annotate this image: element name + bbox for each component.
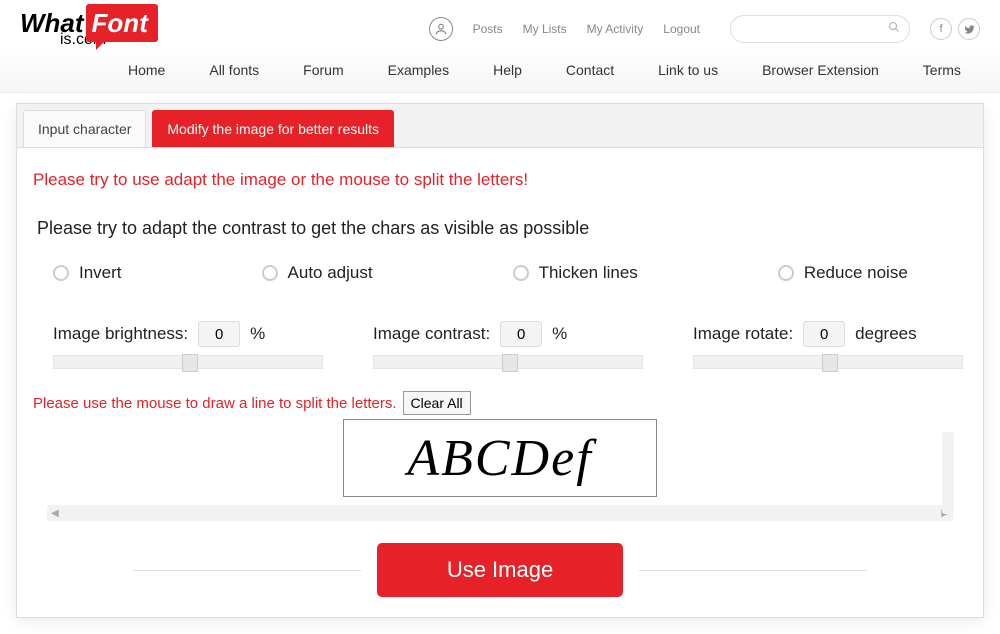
brightness-label: Image brightness: (53, 324, 188, 344)
rotate-group: Image rotate: degrees (693, 321, 963, 369)
social-links: f (930, 18, 980, 40)
tab-modify-image[interactable]: Modify the image for better results (152, 110, 394, 147)
scroll-left-icon[interactable]: ◀ (51, 508, 59, 519)
use-image-button[interactable]: Use Image (377, 543, 623, 597)
radio-thicken-lines[interactable]: Thicken lines (513, 263, 638, 283)
facebook-icon[interactable]: f (930, 18, 952, 40)
tab-bar: Input character Modify the image for bet… (17, 104, 983, 148)
brightness-slider[interactable] (53, 355, 323, 369)
radio-circle-icon (53, 265, 69, 281)
slider-handle[interactable] (182, 354, 198, 372)
contrast-label: Image contrast: (373, 324, 490, 344)
sliders-row: Image brightness: % Image contrast: % (33, 321, 967, 369)
brightness-input[interactable] (198, 321, 240, 347)
nav-home[interactable]: Home (128, 62, 165, 78)
divider-line (639, 570, 867, 571)
tab-input-character[interactable]: Input character (23, 110, 146, 147)
radio-reduce-noise[interactable]: Reduce noise (778, 263, 908, 283)
radio-invert[interactable]: Invert (53, 263, 122, 283)
nav-forum[interactable]: Forum (303, 62, 343, 78)
nav-help[interactable]: Help (493, 62, 522, 78)
radio-thicken-label: Thicken lines (539, 263, 638, 283)
clear-all-button[interactable]: Clear All (403, 391, 471, 415)
contrast-instruction-text: Please try to adapt the contrast to get … (33, 218, 967, 239)
search-input[interactable] (730, 15, 910, 43)
radio-auto-adjust[interactable]: Auto adjust (262, 263, 373, 283)
top-link-myactivity[interactable]: My Activity (587, 22, 644, 36)
contrast-group: Image contrast: % (373, 321, 643, 369)
slider-handle[interactable] (502, 354, 518, 372)
main-panel: Input character Modify the image for bet… (16, 103, 984, 618)
search-icon[interactable] (888, 21, 900, 36)
slider-handle[interactable] (822, 354, 838, 372)
radio-reduce-noise-label: Reduce noise (804, 263, 908, 283)
horizontal-scrollbar[interactable]: ◀▶ (47, 505, 953, 521)
search-container (730, 15, 910, 43)
split-warning-text: Please try to use adapt the image or the… (33, 170, 967, 190)
nav-examples[interactable]: Examples (388, 62, 449, 78)
main-nav: Home All fonts Forum Examples Help Conta… (0, 48, 1000, 93)
rotate-label: Image rotate: (693, 324, 793, 344)
radio-auto-adjust-label: Auto adjust (288, 263, 373, 283)
user-avatar-icon[interactable] (429, 17, 453, 41)
logo-text-font: Font (86, 4, 158, 42)
top-link-posts[interactable]: Posts (473, 22, 503, 36)
radio-invert-label: Invert (79, 263, 122, 283)
contrast-input[interactable] (500, 321, 542, 347)
contrast-unit: % (552, 324, 567, 344)
radio-circle-icon (262, 265, 278, 281)
nav-browserext[interactable]: Browser Extension (762, 62, 879, 78)
rotate-slider[interactable] (693, 355, 963, 369)
contrast-slider[interactable] (373, 355, 643, 369)
site-logo[interactable]: WhatFont is.com (20, 10, 158, 48)
rotate-unit: degrees (855, 324, 916, 344)
brightness-group: Image brightness: % (53, 321, 323, 369)
sample-image[interactable]: ABCDef (343, 419, 657, 497)
nav-linktous[interactable]: Link to us (658, 62, 718, 78)
top-link-mylists[interactable]: My Lists (523, 22, 567, 36)
nav-allfonts[interactable]: All fonts (209, 62, 259, 78)
nav-contact[interactable]: Contact (566, 62, 614, 78)
image-canvas-area[interactable]: ABCDef ◀▶ (47, 419, 953, 521)
radio-circle-icon (513, 265, 529, 281)
top-link-logout[interactable]: Logout (663, 22, 700, 36)
radio-row: Invert Auto adjust Thicken lines Reduce … (33, 263, 967, 283)
rotate-input[interactable] (803, 321, 845, 347)
vertical-scrollbar[interactable] (942, 432, 954, 514)
nav-terms[interactable]: Terms (923, 62, 961, 78)
brightness-unit: % (250, 324, 265, 344)
draw-line-text: Please use the mouse to draw a line to s… (33, 395, 397, 412)
radio-circle-icon (778, 265, 794, 281)
divider-line (133, 570, 361, 571)
twitter-icon[interactable] (958, 18, 980, 40)
top-links: Posts My Lists My Activity Logout (473, 22, 700, 36)
